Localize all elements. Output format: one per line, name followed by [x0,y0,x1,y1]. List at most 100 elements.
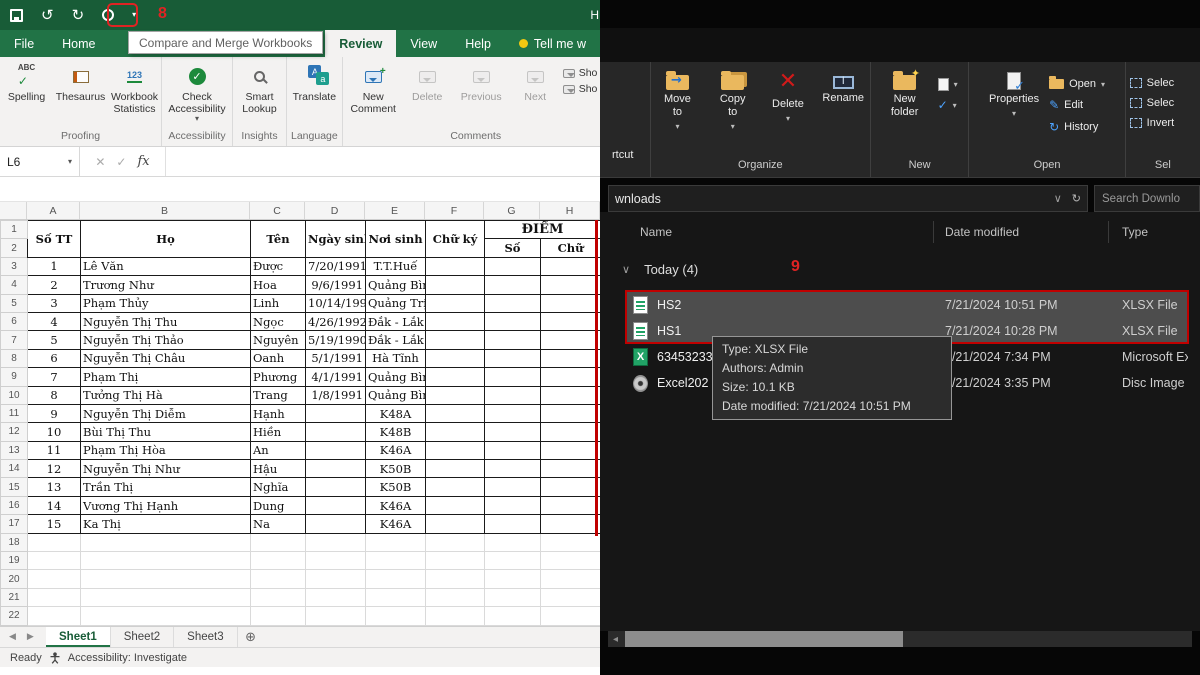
cell-empty[interactable] [251,552,306,570]
copy-to-button[interactable]: Copy to ▾ [706,67,759,131]
undo-icon[interactable]: ↺ [41,8,54,23]
cell-empty[interactable] [81,552,251,570]
row-header-4[interactable]: 4 [1,276,28,294]
cell-stt[interactable]: 3 [28,294,81,312]
cell-ho[interactable]: Trần Thị [81,478,251,496]
row-header-20[interactable]: 20 [1,570,28,588]
cell-chu-ky[interactable] [426,331,485,349]
column-header-F[interactable]: F [425,202,484,219]
properties-button[interactable]: Properties ▾ [985,67,1043,118]
sheet-tab-sheet1[interactable]: Sheet1 [46,627,111,647]
cell-chu-ky[interactable] [426,441,485,459]
cell-ten[interactable]: Hậu [251,460,306,478]
cell-ho[interactable]: Tưởng Thị Hà [81,386,251,404]
row-header-17[interactable]: 17 [1,515,28,533]
row-header-15[interactable]: 15 [1,478,28,496]
refresh-icon[interactable]: ↻ [1072,192,1081,205]
cell-ngay-sinh[interactable]: 10/14/1991 [306,294,366,312]
cell-diem-chu[interactable] [541,496,601,514]
horizontal-scrollbar[interactable]: ◂ [608,631,1192,647]
cell-empty[interactable] [366,607,426,625]
cell-chu-ky[interactable] [426,276,485,294]
cell-chu-ky[interactable] [426,294,485,312]
cell-empty[interactable] [28,533,81,551]
cell-ten[interactable]: Linh [251,294,306,312]
cell-empty[interactable] [306,552,366,570]
cell-stt[interactable]: 5 [28,331,81,349]
select-all-corner[interactable] [0,202,27,219]
column-header-A[interactable]: A [27,202,80,219]
cell-empty[interactable] [366,533,426,551]
cell-ngay-sinh[interactable]: 4/26/1992 [306,312,366,330]
cell-noi-sinh[interactable]: Hà Tĩnh [366,349,426,367]
cell-stt[interactable]: 4 [28,312,81,330]
cell-ho[interactable]: Vương Thị Hạnh [81,496,251,514]
header-ho[interactable]: Họ [81,221,251,258]
cell-empty[interactable] [426,588,485,606]
cell-noi-sinh[interactable]: K48B [366,423,426,441]
cell-chu-ky[interactable] [426,496,485,514]
formula-input[interactable] [166,147,600,176]
cell-empty[interactable] [541,533,601,551]
cell-diem-chu[interactable] [541,515,601,533]
row-header-12[interactable]: 12 [1,423,28,441]
cell-ho[interactable]: Phạm Thủy [81,294,251,312]
column-header-D[interactable]: D [305,202,365,219]
row-header-3[interactable]: 3 [1,257,28,275]
cell-ho[interactable]: Phạm Thị [81,368,251,386]
cell-ten[interactable]: Na [251,515,306,533]
cell-diem-chu[interactable] [541,404,601,422]
cell-empty[interactable] [28,588,81,606]
cell-ngay-sinh[interactable] [306,478,366,496]
thesaurus-button[interactable]: Thesaurus [54,61,107,103]
cell-stt[interactable]: 9 [28,404,81,422]
history-button[interactable]: ↻History [1045,118,1109,136]
cell-diem-chu[interactable] [541,276,601,294]
cell-ten[interactable]: Nguyên [251,331,306,349]
cell-diem-so[interactable] [485,515,541,533]
cell-empty[interactable] [541,607,601,625]
cell-ho[interactable]: Nguyễn Thị Châu [81,349,251,367]
select-none-button[interactable]: Selec [1126,95,1179,111]
cell-ngay-sinh[interactable]: 5/1/1991 [306,349,366,367]
save-icon[interactable] [10,9,23,22]
cell-ten[interactable]: Phương [251,368,306,386]
cell-empty[interactable] [251,607,306,625]
cell-diem-chu[interactable] [541,331,601,349]
header-diem[interactable]: ĐIỂM [485,221,601,239]
cell-ten[interactable]: Ngọc [251,312,306,330]
enter-icon[interactable]: ✓ [116,155,126,169]
search-box[interactable]: Search Downlo [1094,185,1200,212]
cell-noi-sinh[interactable]: Quảng Bình [366,368,426,386]
cell-noi-sinh[interactable]: Quảng Bình [366,386,426,404]
row-header-2[interactable]: 2 [1,239,28,257]
cell-diem-chu[interactable] [541,349,601,367]
header-ngay-sinh[interactable]: Ngày sinh [306,221,366,258]
cell-stt[interactable]: 2 [28,276,81,294]
easy-access-button[interactable]: ✓▾ [934,97,962,113]
cell-ten[interactable]: Dung [251,496,306,514]
header-diem-chu[interactable]: Chữ [541,239,601,257]
next-sheet-icon[interactable]: ▶ [27,632,34,642]
cell-empty[interactable] [28,552,81,570]
cell-noi-sinh[interactable]: T.T.Huế [366,257,426,275]
cell-diem-so[interactable] [485,331,541,349]
cell-chu-ky[interactable] [426,478,485,496]
cell-chu-ky[interactable] [426,312,485,330]
cell-noi-sinh[interactable]: K46A [366,496,426,514]
cell-diem-chu[interactable] [541,368,601,386]
cell-empty[interactable] [485,533,541,551]
sheet-tab-sheet2[interactable]: Sheet2 [111,627,174,647]
name-box[interactable]: L6 ▾ [0,147,80,176]
cell-empty[interactable] [81,570,251,588]
cell-noi-sinh[interactable]: Đắk - Lắk [366,312,426,330]
tab-tell-me[interactable]: Tell me w [505,30,600,57]
cell-chu-ky[interactable] [426,368,485,386]
column-header-date-modified[interactable]: Date modified [945,225,1019,239]
header-noi-sinh[interactable]: Nơi sinh [366,221,426,258]
cell-diem-chu[interactable] [541,478,601,496]
address-bar[interactable]: wnloads ∨ ↻ [608,185,1088,212]
cell-empty[interactable] [366,588,426,606]
column-header-type[interactable]: Type [1122,225,1148,239]
cell-stt[interactable]: 8 [28,386,81,404]
